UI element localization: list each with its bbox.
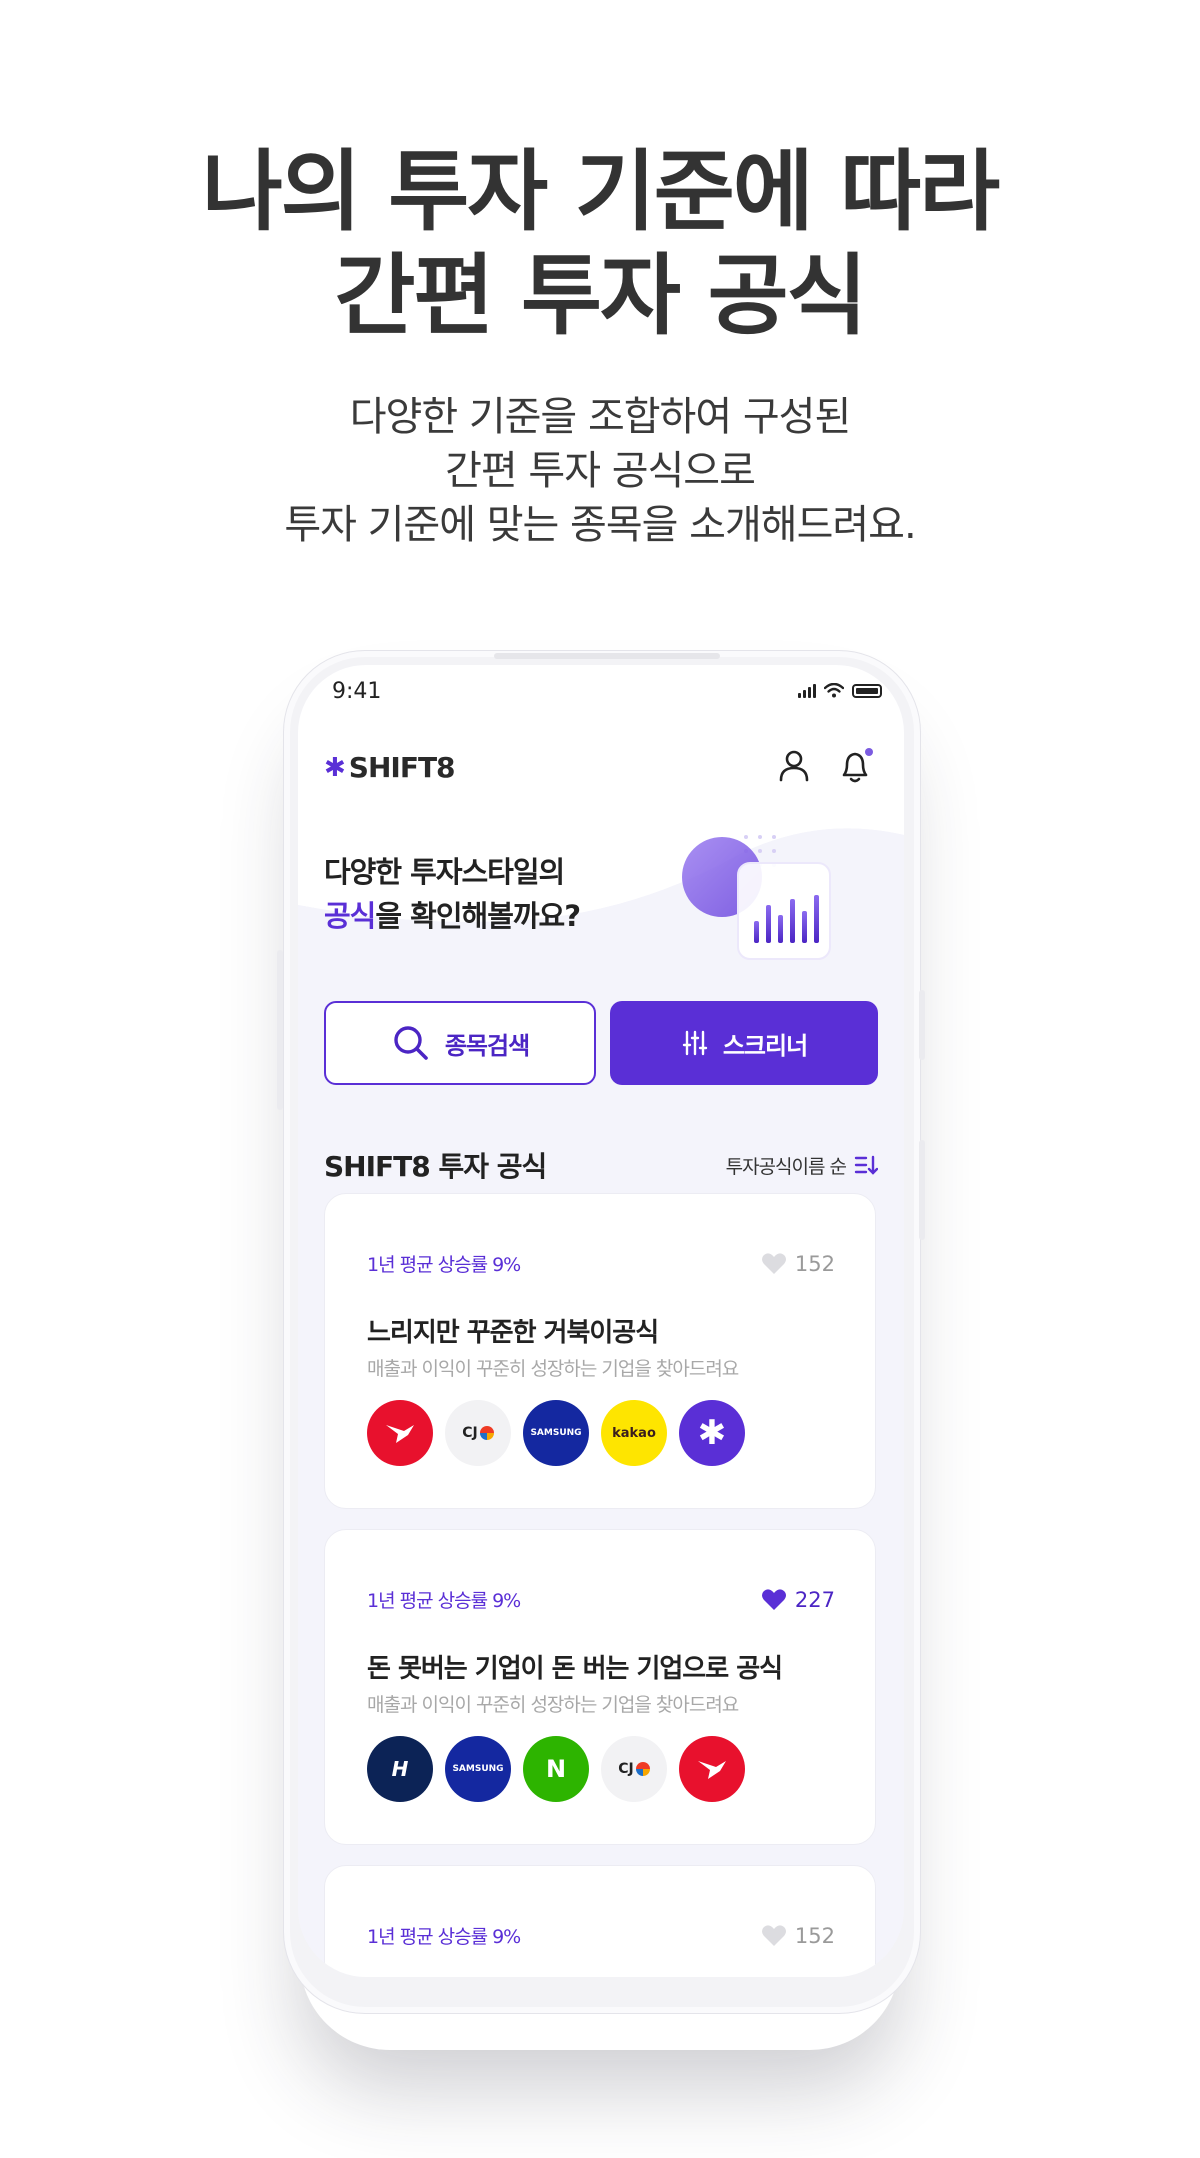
search-icon: [394, 1026, 428, 1060]
subcopy-line-2: 간편 투자 공식으로: [445, 448, 756, 494]
red-company-logo-mark: [698, 1761, 726, 1779]
wifi-icon: [824, 683, 844, 698]
phone-side-button-right-1: [919, 990, 925, 1060]
phone-side-button-left: [277, 950, 283, 1110]
profile-icon[interactable]: [776, 747, 812, 783]
sort-label: 투자공식이름 순: [725, 1155, 847, 1178]
heart-outline-icon: [761, 1252, 786, 1274]
notification-bell-icon[interactable]: [836, 747, 876, 785]
action-buttons: 종목검색 스크리너: [324, 1001, 878, 1085]
screener-label: 스크리너: [722, 1031, 808, 1060]
section-title: SHIFT8 투자 공식: [324, 1150, 547, 1183]
like-count-value: 152: [794, 1923, 835, 1948]
hyundai-logo[interactable]: H: [367, 1736, 433, 1802]
app-bar: ✱ SHIFT8: [298, 725, 904, 815]
kakao-logo[interactable]: kakao: [601, 1400, 667, 1466]
subcopy: 다양한 기준을 조합하여 구성된 간편 투자 공식으로 투자 기준에 맞는 종목…: [0, 390, 1200, 552]
app-logo[interactable]: ✱ SHIFT8: [324, 751, 456, 784]
cj-logo[interactable]: CJ: [601, 1736, 667, 1802]
like-count[interactable]: 152: [761, 1924, 835, 1948]
return-rate: 1년 평균 상승률 9%: [367, 1254, 521, 1276]
heart-filled-icon: [761, 1588, 786, 1610]
heart-outline-icon: [761, 1924, 786, 1946]
top-actions: [776, 747, 876, 785]
like-count[interactable]: 227: [761, 1588, 835, 1612]
headline-line-1: 나의 투자 기준에 따라: [201, 140, 1001, 243]
company-logos: CJ SAMSUNG kakao ✱: [367, 1400, 745, 1466]
hero-accent-word: 공식: [324, 899, 376, 933]
battery-icon: [852, 683, 882, 698]
brand-name: SHIFT8: [348, 751, 456, 784]
filter-sliders-icon: [682, 1030, 708, 1056]
status-icons: [798, 683, 882, 698]
stock-search-button[interactable]: 종목검색: [324, 1001, 596, 1085]
like-count[interactable]: 152: [761, 1252, 835, 1276]
stock-search-label: 종목검색: [444, 1031, 530, 1060]
formula-title: 느리지만 꾸준한 거북이공식: [367, 1318, 659, 1348]
status-time: 9:41: [332, 679, 382, 704]
status-bar: 9:41: [298, 665, 904, 725]
formula-card[interactable]: 1년 평균 상승률 9% 152: [324, 1865, 876, 1977]
phone-screen: 9:41 ✱ SHIFT8 다양한 투자스타일의 공식을 확인해볼까요? 종목검…: [298, 665, 904, 1977]
hero-line-2: 을 확인해볼까요?: [375, 899, 581, 933]
samsung-logo[interactable]: SAMSUNG: [523, 1400, 589, 1466]
like-count-value: 227: [794, 1587, 835, 1612]
company-logos: H SAMSUNG N CJ: [367, 1736, 745, 1802]
logo-mark-icon: ✱: [324, 752, 346, 783]
red-company-logo[interactable]: [367, 1400, 433, 1466]
naver-logo[interactable]: N: [523, 1736, 589, 1802]
like-count-value: 152: [794, 1251, 835, 1276]
hero-line-1: 다양한 투자스타일의: [324, 855, 565, 889]
hero-text: 다양한 투자스타일의 공식을 확인해볼까요?: [324, 850, 581, 938]
cj-logo-text: CJ: [618, 1761, 634, 1777]
sort-icon: [854, 1155, 878, 1175]
headline: 나의 투자 기준에 따라 간편 투자 공식: [0, 140, 1200, 348]
cj-petals-icon: [479, 1426, 494, 1440]
formula-card[interactable]: 1년 평균 상승률 9% 227 돈 못버는 기업이 돈 버는 기업으로 공식 …: [324, 1529, 876, 1845]
samsung-logo[interactable]: SAMSUNG: [445, 1736, 511, 1802]
phone-speaker: [494, 653, 720, 659]
return-rate: 1년 평균 상승률 9%: [367, 1926, 521, 1948]
formula-title: 돈 못버는 기업이 돈 버는 기업으로 공식: [367, 1654, 783, 1684]
red-company-logo-mark: [386, 1425, 414, 1443]
phone-side-button-right-2: [919, 1140, 925, 1240]
red-company-logo[interactable]: [679, 1736, 745, 1802]
formula-description: 매출과 이익이 꾸준히 성장하는 기업을 찾아드려요: [367, 1694, 739, 1716]
signal-icon: [798, 683, 816, 698]
subcopy-line-3: 투자 기준에 맞는 종목을 소개해드려요.: [284, 502, 916, 548]
cj-logo[interactable]: CJ: [445, 1400, 511, 1466]
sort-toggle[interactable]: 투자공식이름 순: [726, 1152, 878, 1179]
subcopy-line-1: 다양한 기준을 조합하여 구성된: [349, 394, 852, 440]
cj-logo-text: CJ: [462, 1425, 478, 1441]
cj-petals-icon: [635, 1762, 650, 1776]
formula-description: 매출과 이익이 꾸준히 성장하는 기업을 찾아드려요: [367, 1358, 739, 1380]
screener-button[interactable]: 스크리너: [610, 1001, 878, 1085]
return-rate: 1년 평균 상승률 9%: [367, 1590, 521, 1612]
headline-line-2: 간편 투자 공식: [334, 244, 867, 347]
section-header: SHIFT8 투자 공식 투자공식이름 순: [324, 1145, 878, 1185]
formula-card[interactable]: 1년 평균 상승률 9% 152 느리지만 꾸준한 거북이공식 매출과 이익이 …: [324, 1193, 876, 1509]
purple-asterisk-logo[interactable]: ✱: [679, 1400, 745, 1466]
chart-illustration-icon: [682, 835, 831, 960]
